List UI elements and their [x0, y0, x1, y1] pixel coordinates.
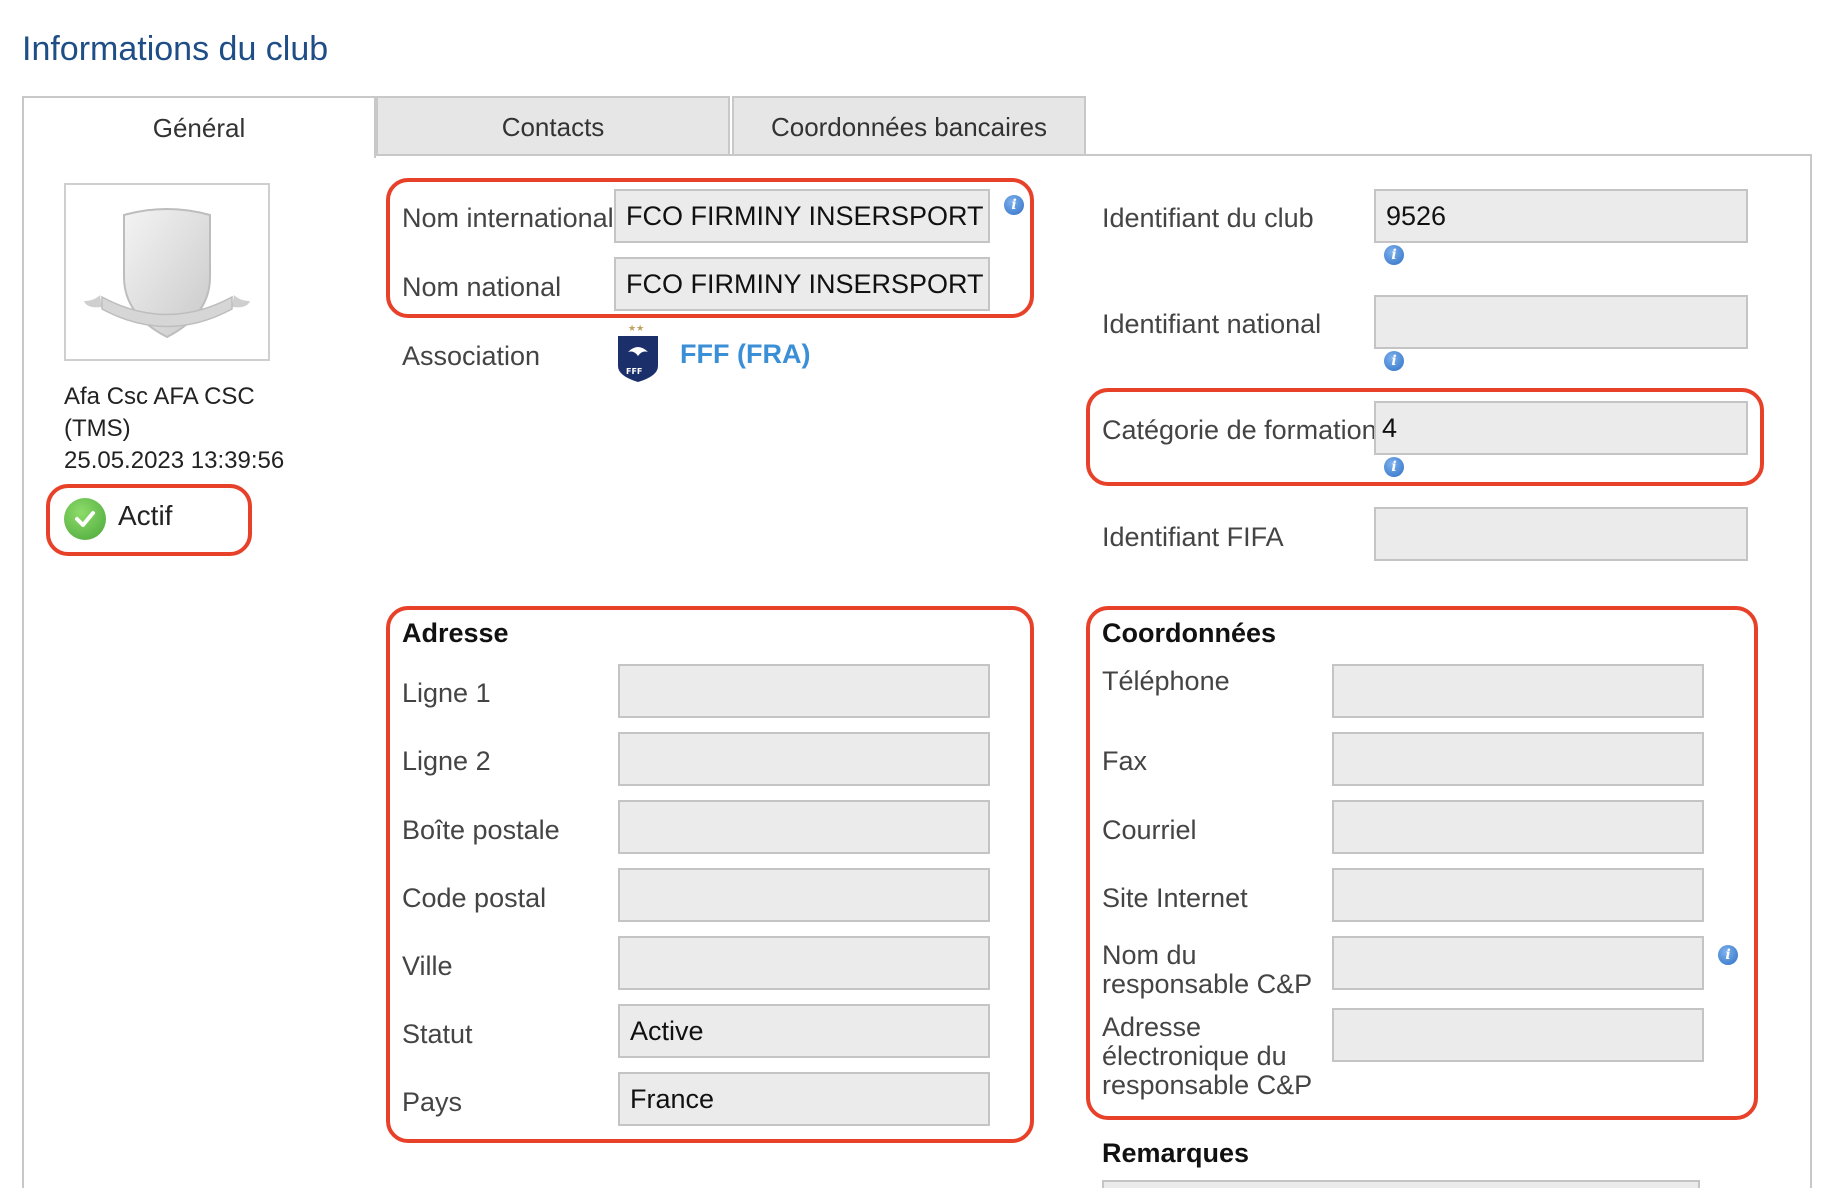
tab-general[interactable]: Général	[22, 96, 376, 158]
email-label: Courriel	[1102, 815, 1197, 845]
association-link[interactable]: FFF (FRA)	[680, 339, 810, 370]
international-name-field[interactable]: FCO FIRMINY INSERSPORT	[614, 189, 990, 243]
phone-label: Téléphone	[1102, 666, 1230, 696]
status-field-label: Statut	[402, 1019, 473, 1049]
last-updated: 25.05.2023 13:39:56	[64, 447, 285, 474]
website-label: Site Internet	[1102, 883, 1248, 913]
info-icon[interactable]: i	[1718, 945, 1738, 965]
country-field[interactable]: France	[618, 1072, 990, 1126]
city-field[interactable]	[618, 936, 990, 990]
fax-label: Fax	[1102, 746, 1148, 776]
fifa-id-label: Identifiant FIFA	[1102, 522, 1284, 552]
training-category-label: Catégorie de formation	[1102, 415, 1377, 445]
club-id-label: Identifiant du club	[1102, 203, 1314, 233]
owner-system: (TMS)	[64, 415, 131, 442]
address-line2-field[interactable]	[618, 732, 990, 786]
fax-field[interactable]	[1332, 732, 1704, 786]
email-field[interactable]	[1332, 800, 1704, 854]
cp-email-field[interactable]	[1332, 1008, 1704, 1062]
cp-email-label-line: responsable C&P	[1102, 1070, 1313, 1100]
svg-text:FFF: FFF	[626, 367, 642, 376]
national-id-field[interactable]	[1374, 295, 1748, 349]
po-box-field[interactable]	[618, 800, 990, 854]
fifa-id-field[interactable]	[1374, 507, 1748, 561]
city-label: Ville	[402, 951, 453, 981]
postal-code-field[interactable]	[618, 868, 990, 922]
info-icon[interactable]: i	[1384, 245, 1404, 265]
country-label: Pays	[402, 1087, 463, 1117]
club-logo	[64, 183, 270, 361]
remarks-section-title: Remarques	[1102, 1138, 1250, 1168]
club-id-field[interactable]: 9526	[1374, 189, 1748, 243]
address-line1-label: Ligne 1	[402, 678, 491, 708]
cp-name-field[interactable]	[1332, 936, 1704, 990]
contact-section-title: Coordonnées	[1102, 618, 1277, 648]
national-id-label: Identifiant national	[1102, 309, 1322, 339]
cp-email-label-line: Adresse	[1102, 1012, 1202, 1042]
cp-email-label: Adresse électronique du responsable C&P	[1102, 1013, 1312, 1100]
status-field[interactable]: Active	[618, 1004, 990, 1058]
website-field[interactable]	[1332, 868, 1704, 922]
info-icon[interactable]: i	[1004, 195, 1024, 215]
national-name-field[interactable]: FCO FIRMINY INSERSPORT	[614, 257, 990, 311]
address-line1-field[interactable]	[618, 664, 990, 718]
shield-crest-icon	[84, 208, 250, 339]
phone-field[interactable]	[1332, 664, 1704, 718]
check-circle-icon	[64, 498, 106, 540]
info-icon[interactable]: i	[1384, 351, 1404, 371]
international-name-label: Nom international	[402, 203, 614, 233]
national-name-label: Nom national	[402, 272, 562, 302]
address-line2-label: Ligne 2	[402, 746, 491, 776]
tab-bank-details[interactable]: Coordonnées bancaires	[732, 96, 1086, 156]
cp-email-label-line: électronique du	[1102, 1041, 1287, 1071]
po-box-label: Boîte postale	[402, 815, 560, 845]
svg-text:★★: ★★	[628, 324, 644, 334]
postal-code-label: Code postal	[402, 883, 547, 913]
association-label: Association	[402, 341, 541, 371]
tab-contacts[interactable]: Contacts	[376, 96, 730, 156]
remarks-field[interactable]	[1102, 1180, 1700, 1188]
fff-logo-icon: ★★ FFF	[614, 322, 662, 389]
training-category-field[interactable]: 4	[1374, 401, 1748, 455]
owner-name: Afa Csc AFA CSC	[64, 383, 255, 410]
status-label: Actif	[118, 500, 173, 531]
cp-name-label-line: Nom du	[1102, 940, 1197, 970]
page-title: Informations du club	[22, 30, 329, 68]
cp-name-label-line: responsable C&P	[1102, 969, 1313, 999]
info-icon[interactable]: i	[1384, 457, 1404, 477]
cp-name-label: Nom du responsable C&P	[1102, 941, 1312, 999]
address-section-title: Adresse	[402, 618, 509, 648]
